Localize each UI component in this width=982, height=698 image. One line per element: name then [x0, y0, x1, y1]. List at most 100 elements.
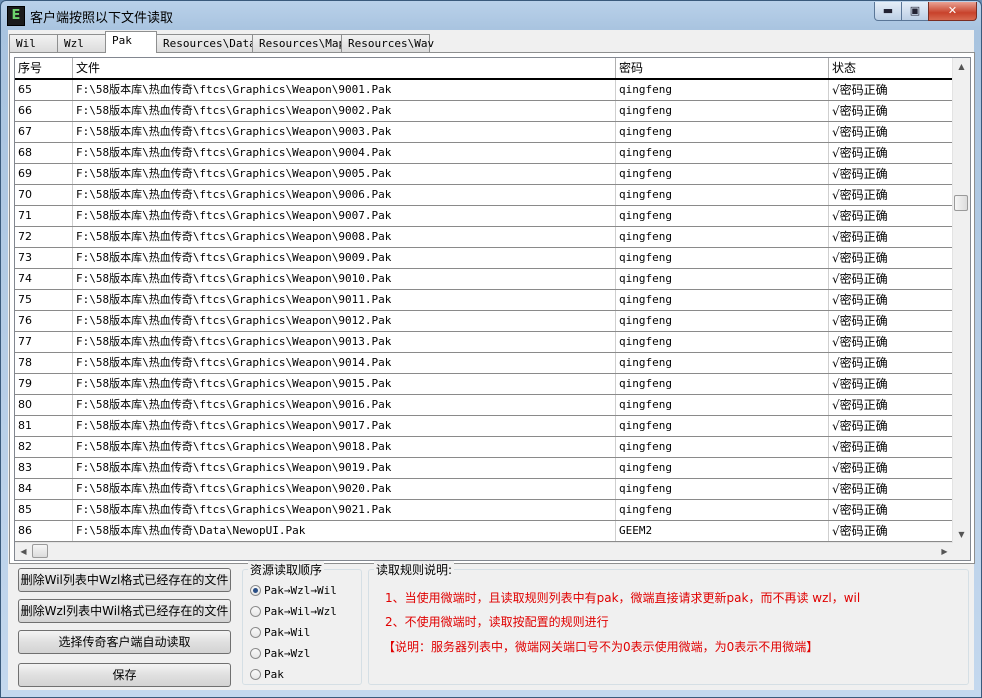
scroll-down-icon[interactable]: ▼ — [953, 526, 970, 543]
order-option-radio[interactable]: Pak→Wzl→Wil — [250, 584, 337, 600]
cell-index: 73 — [15, 248, 73, 268]
table-row[interactable]: 70 F:\58版本库\热血传奇\ftcs\Graphics\Weapon\900… — [15, 185, 953, 206]
table-row[interactable]: 76 F:\58版本库\热血传奇\ftcs\Graphics\Weapon\901… — [15, 311, 953, 332]
table-row[interactable]: 75 F:\58版本库\热血传奇\ftcs\Graphics\Weapon\901… — [15, 290, 953, 311]
tab-wil[interactable]: Wil — [9, 34, 58, 52]
minimize-button[interactable]: ▬ — [874, 2, 902, 21]
column-header-file[interactable]: 文件 — [73, 58, 616, 78]
cell-file: F:\58版本库\热血传奇\ftcs\Graphics\Weapon\9011.… — [73, 290, 616, 310]
cell-password: qingfeng — [616, 290, 829, 310]
horizontal-scroll-thumb[interactable] — [32, 544, 48, 558]
cell-password: qingfeng — [616, 185, 829, 205]
radio-circle-icon[interactable] — [250, 648, 261, 659]
table-row[interactable]: 72 F:\58版本库\热血传奇\ftcs\Graphics\Weapon\900… — [15, 227, 953, 248]
auto-read-client-button[interactable]: 选择传奇客户端自动读取 — [18, 630, 231, 654]
cell-password: qingfeng — [616, 437, 829, 457]
radio-circle-icon[interactable] — [250, 585, 261, 596]
cell-file: F:\58版本库\热血传奇\ftcs\Graphics\Weapon\9005.… — [73, 164, 616, 184]
cell-status: √密码正确 — [829, 290, 953, 310]
save-button[interactable]: 保存 — [18, 663, 231, 687]
radio-circle-icon[interactable] — [250, 606, 261, 617]
table-row[interactable]: 67 F:\58版本库\热血传奇\ftcs\Graphics\Weapon\900… — [15, 122, 953, 143]
table-row[interactable]: 83 F:\58版本库\热血传奇\ftcs\Graphics\Weapon\901… — [15, 458, 953, 479]
table-row[interactable]: 81 F:\58版本库\热血传奇\ftcs\Graphics\Weapon\901… — [15, 416, 953, 437]
table-row[interactable]: 85 F:\58版本库\热血传奇\ftcs\Graphics\Weapon\902… — [15, 500, 953, 521]
cell-index: 79 — [15, 374, 73, 394]
file-list-grid: 序号 文件 密码 状态 65 F:\58版本库\热血传奇\ftcs\Graphic… — [14, 57, 971, 561]
table-row[interactable]: 79 F:\58版本库\热血传奇\ftcs\Graphics\Weapon\901… — [15, 374, 953, 395]
delete-wzl-duplicates-button[interactable]: 删除Wzl列表中Wil格式已经存在的文件 — [18, 599, 231, 623]
cell-file: F:\58版本库\热血传奇\ftcs\Graphics\Weapon\9016.… — [73, 395, 616, 415]
radio-circle-icon[interactable] — [250, 669, 261, 680]
cell-index: 65 — [15, 80, 73, 100]
table-row[interactable]: 82 F:\58版本库\热血传奇\ftcs\Graphics\Weapon\901… — [15, 437, 953, 458]
maximize-button[interactable]: ▣ — [901, 2, 929, 21]
column-header-status[interactable]: 状态 — [829, 58, 953, 78]
cell-index: 84 — [15, 479, 73, 499]
rule-note: 【说明：服务器列表中，微端网关端口号不为0表示使用微端，为0表示不用微端】 — [383, 640, 819, 654]
vertical-scrollbar[interactable]: ▲ ▼ — [952, 58, 970, 543]
cell-index: 67 — [15, 122, 73, 142]
cell-status: √密码正确 — [829, 227, 953, 247]
tab-resources-data[interactable]: Resources\Data — [156, 34, 256, 52]
table-row[interactable]: 80 F:\58版本库\热血传奇\ftcs\Graphics\Weapon\901… — [15, 395, 953, 416]
grid-rows: 65 F:\58版本库\热血传奇\ftcs\Graphics\Weapon\900… — [15, 80, 953, 542]
order-option-radio[interactable]: Pak→Wil→Wzl — [250, 605, 337, 621]
delete-wil-duplicates-button[interactable]: 删除Wil列表中Wzl格式已经存在的文件 — [18, 568, 231, 592]
scroll-right-icon[interactable]: ▶ — [936, 543, 953, 560]
cell-index: 86 — [15, 521, 73, 541]
cell-file: F:\58版本库\热血传奇\ftcs\Graphics\Weapon\9017.… — [73, 416, 616, 436]
cell-password: qingfeng — [616, 80, 829, 100]
tab-resources-map[interactable]: Resources\Map — [252, 34, 345, 52]
read-rules-title: 读取规则说明: — [374, 561, 455, 578]
order-option-radio[interactable]: Pak→Wzl — [250, 647, 310, 663]
scroll-left-icon[interactable]: ◀ — [15, 543, 32, 560]
tab-pak[interactable]: Pak — [105, 31, 157, 53]
vertical-scroll-thumb[interactable] — [954, 195, 968, 211]
table-row[interactable]: 78 F:\58版本库\热血传奇\ftcs\Graphics\Weapon\901… — [15, 353, 953, 374]
horizontal-scrollbar[interactable]: ◀ ▶ — [15, 542, 953, 560]
cell-file: F:\58版本库\热血传奇\ftcs\Graphics\Weapon\9008.… — [73, 227, 616, 247]
tab-resources-wav[interactable]: Resources\Wav — [341, 34, 434, 52]
cell-password: qingfeng — [616, 122, 829, 142]
cell-status: √密码正确 — [829, 353, 953, 373]
table-row[interactable]: 86 F:\58版本库\热血传奇\Data\NewopUI.Pak GEEM2 √密码… — [15, 521, 953, 542]
cell-password: qingfeng — [616, 164, 829, 184]
column-header-password[interactable]: 密码 — [616, 58, 829, 78]
order-option-radio[interactable]: Pak→Wil — [250, 626, 310, 642]
order-option-radio[interactable]: Pak — [250, 668, 284, 684]
table-row[interactable]: 73 F:\58版本库\热血传奇\ftcs\Graphics\Weapon\900… — [15, 248, 953, 269]
cell-file: F:\58版本库\热血传奇\ftcs\Graphics\Weapon\9019.… — [73, 458, 616, 478]
close-button[interactable]: ✕ — [928, 2, 977, 21]
scroll-up-icon[interactable]: ▲ — [953, 58, 970, 75]
radio-circle-icon[interactable] — [250, 627, 261, 638]
cell-password: qingfeng — [616, 416, 829, 436]
cell-status: √密码正确 — [829, 185, 953, 205]
cell-index: 72 — [15, 227, 73, 247]
table-row[interactable]: 66 F:\58版本库\热血传奇\ftcs\Graphics\Weapon\900… — [15, 101, 953, 122]
cell-status: √密码正确 — [829, 206, 953, 226]
table-row[interactable]: 77 F:\58版本库\热血传奇\ftcs\Graphics\Weapon\901… — [15, 332, 953, 353]
cell-file: F:\58版本库\热血传奇\ftcs\Graphics\Weapon\9018.… — [73, 437, 616, 457]
table-row[interactable]: 68 F:\58版本库\热血传奇\ftcs\Graphics\Weapon\900… — [15, 143, 953, 164]
table-row[interactable]: 69 F:\58版本库\热血传奇\ftcs\Graphics\Weapon\900… — [15, 164, 953, 185]
cell-password: qingfeng — [616, 227, 829, 247]
cell-password: qingfeng — [616, 500, 829, 520]
table-row[interactable]: 84 F:\58版本库\热血传奇\ftcs\Graphics\Weapon\902… — [15, 479, 953, 500]
cell-file: F:\58版本库\热血传奇\ftcs\Graphics\Weapon\9001.… — [73, 80, 616, 100]
table-row[interactable]: 65 F:\58版本库\热血传奇\ftcs\Graphics\Weapon\900… — [15, 80, 953, 101]
cell-status: √密码正确 — [829, 479, 953, 499]
cell-file: F:\58版本库\热血传奇\ftcs\Graphics\Weapon\9007.… — [73, 206, 616, 226]
cell-index: 71 — [15, 206, 73, 226]
main-window: E 客户端按照以下文件读取 ▬ ▣ ✕ Wil Wzl Pak Resource… — [0, 0, 982, 698]
tab-wzl[interactable]: Wzl — [57, 34, 106, 52]
title-bar[interactable]: E 客户端按照以下文件读取 ▬ ▣ ✕ — [1, 1, 981, 29]
cell-file: F:\58版本库\热血传奇\ftcs\Graphics\Weapon\9004.… — [73, 143, 616, 163]
table-row[interactable]: 74 F:\58版本库\热血传奇\ftcs\Graphics\Weapon\901… — [15, 269, 953, 290]
order-option-label: Pak→Wil→Wzl — [264, 605, 337, 618]
cell-index: 80 — [15, 395, 73, 415]
table-row[interactable]: 71 F:\58版本库\热血传奇\ftcs\Graphics\Weapon\900… — [15, 206, 953, 227]
column-header-index[interactable]: 序号 — [15, 58, 73, 78]
cell-file: F:\58版本库\热血传奇\ftcs\Graphics\Weapon\9013.… — [73, 332, 616, 352]
cell-status: √密码正确 — [829, 332, 953, 352]
